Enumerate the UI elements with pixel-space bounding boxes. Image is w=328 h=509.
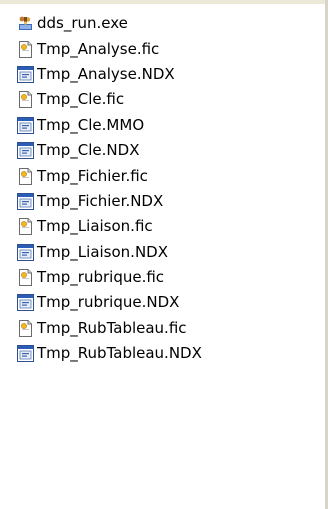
file-item[interactable]: Tmp_Fichier.NDX bbox=[17, 189, 202, 214]
file-name: Tmp_Liaison.fic bbox=[37, 217, 153, 236]
file-item[interactable]: Tmp_Cle.MMO bbox=[17, 113, 202, 138]
file-item[interactable]: Tmp_Liaison.fic bbox=[17, 214, 202, 239]
file-name: Tmp_rubrique.fic bbox=[37, 268, 165, 287]
file-item[interactable]: Tmp_Fichier.fic bbox=[17, 163, 202, 188]
file-list-pane: dds_run.exe Tmp_Analyse.fic Tmp_Analyse.… bbox=[0, 0, 328, 509]
ndx-file-icon bbox=[17, 142, 34, 160]
file-name: Tmp_Cle.NDX bbox=[37, 141, 140, 160]
ndx-file-icon bbox=[17, 65, 34, 83]
file-name: Tmp_RubTableau.NDX bbox=[37, 344, 202, 363]
fic-file-icon bbox=[17, 167, 34, 185]
file-name: Tmp_Fichier.NDX bbox=[37, 191, 164, 210]
file-name: Tmp_Cle.MMO bbox=[37, 115, 145, 134]
file-name: Tmp_Analyse.NDX bbox=[37, 64, 175, 83]
file-item[interactable]: Tmp_Liaison.NDX bbox=[17, 240, 202, 265]
file-item[interactable]: Tmp_Analyse.fic bbox=[17, 36, 202, 61]
ndx-file-icon bbox=[17, 192, 34, 210]
ndx-file-icon bbox=[17, 243, 34, 261]
file-name: dds_run.exe bbox=[37, 14, 128, 33]
file-name: Tmp_Liaison.NDX bbox=[37, 242, 168, 261]
file-item[interactable]: Tmp_RubTableau.fic bbox=[17, 316, 202, 341]
fic-file-icon bbox=[17, 40, 34, 58]
file-item[interactable]: dds_run.exe bbox=[17, 11, 202, 36]
ndx-file-icon bbox=[17, 294, 34, 312]
file-name: Tmp_Analyse.fic bbox=[37, 39, 160, 58]
file-item[interactable]: Tmp_Cle.fic bbox=[17, 87, 202, 112]
fic-file-icon bbox=[17, 319, 34, 337]
fic-file-icon bbox=[17, 269, 34, 287]
file-name: Tmp_Cle.fic bbox=[37, 90, 125, 109]
ndx-file-icon bbox=[17, 345, 34, 363]
fic-file-icon bbox=[17, 218, 34, 236]
exe-icon bbox=[17, 15, 34, 32]
file-item[interactable]: Tmp_Cle.NDX bbox=[17, 138, 202, 163]
file-item[interactable]: Tmp_rubrique.NDX bbox=[17, 290, 202, 315]
file-name: Tmp_rubrique.NDX bbox=[37, 293, 180, 312]
file-name: Tmp_RubTableau.fic bbox=[37, 318, 187, 337]
fic-file-icon bbox=[17, 91, 34, 109]
file-list: dds_run.exe Tmp_Analyse.fic Tmp_Analyse.… bbox=[17, 11, 202, 366]
file-name: Tmp_Fichier.fic bbox=[37, 166, 148, 185]
top-border bbox=[0, 0, 328, 4]
file-item[interactable]: Tmp_RubTableau.NDX bbox=[17, 341, 202, 366]
file-item[interactable]: Tmp_Analyse.NDX bbox=[17, 62, 202, 87]
ndx-file-icon bbox=[17, 116, 34, 134]
file-item[interactable]: Tmp_rubrique.fic bbox=[17, 265, 202, 290]
